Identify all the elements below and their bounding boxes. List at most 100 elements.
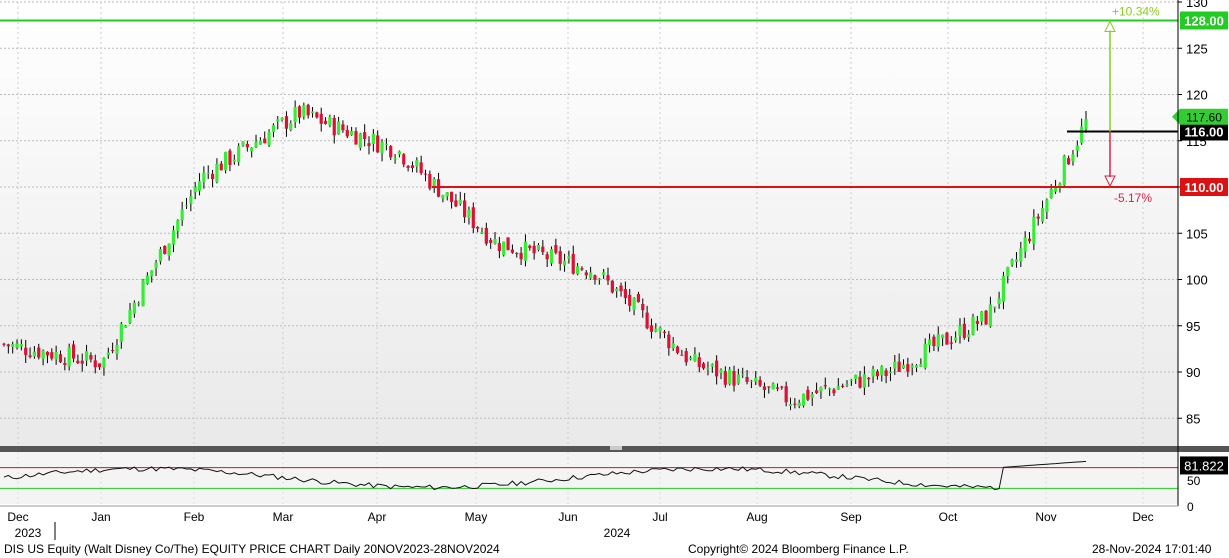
candle-up <box>1019 248 1023 262</box>
candle-up <box>267 132 271 146</box>
candle-down <box>489 239 493 243</box>
candle-up <box>671 343 675 349</box>
candle-up <box>728 369 732 385</box>
price-tick-label: 105 <box>1186 226 1208 241</box>
candle-down <box>71 344 76 359</box>
candle-down <box>449 191 454 203</box>
candle-down <box>628 294 632 306</box>
candle-down <box>641 303 645 311</box>
candle-down <box>1036 216 1040 219</box>
candle-down <box>767 386 771 388</box>
candle-up <box>1084 119 1088 129</box>
candle-down <box>1027 238 1032 242</box>
candle-down <box>1067 158 1071 165</box>
price-chart: 859095100105110115120125130DecJanFebMarA… <box>0 0 1229 558</box>
candle-up <box>710 364 714 367</box>
candle-down <box>345 130 349 137</box>
candle-up <box>302 105 306 117</box>
month-label: Nov <box>1035 510 1056 524</box>
candle-up <box>693 354 697 362</box>
candle-up <box>289 123 293 130</box>
candle-up <box>67 347 71 367</box>
month-label: Mar <box>273 510 294 524</box>
level-tag-label: 110.00 <box>1184 180 1223 195</box>
candle-down <box>354 131 358 145</box>
candle-down <box>284 116 289 129</box>
candle-up <box>1045 199 1049 213</box>
candle-down <box>932 336 936 347</box>
candle-down <box>45 351 50 356</box>
candle-down <box>662 331 667 333</box>
month-label: Jun <box>558 510 577 524</box>
candle-down <box>111 350 115 352</box>
candle-up <box>562 260 567 266</box>
candle-down <box>832 389 836 394</box>
candle-up <box>1040 208 1045 222</box>
candle-down <box>858 376 862 388</box>
candle-up <box>901 364 906 369</box>
candle-up <box>910 365 914 368</box>
candle-up <box>206 172 210 174</box>
month-label: Dec <box>1132 510 1153 524</box>
candle-down <box>389 146 393 158</box>
candle-down <box>867 377 871 380</box>
candle-up <box>1006 266 1010 277</box>
month-label: Aug <box>746 510 767 524</box>
month-label: Sep <box>840 510 862 524</box>
candle-up <box>41 350 45 359</box>
candle-up <box>828 388 832 390</box>
candle-up <box>919 364 923 367</box>
candle-down <box>984 310 988 325</box>
candle-down <box>89 355 93 360</box>
candle-up <box>32 351 37 357</box>
candle-up <box>176 220 180 231</box>
candle-up <box>719 369 723 373</box>
price-tick-label: 100 <box>1186 273 1208 288</box>
candle-down <box>97 363 102 367</box>
candle-down <box>975 320 979 324</box>
candle-up <box>258 140 262 145</box>
candle-up <box>167 243 171 256</box>
candle-up <box>145 275 149 284</box>
candle-up <box>749 380 754 382</box>
candle-up <box>936 334 940 347</box>
candle-up <box>788 404 793 407</box>
candle-up <box>180 209 184 221</box>
candle-up <box>271 125 276 133</box>
candle-down <box>906 364 910 372</box>
candle-down <box>762 386 767 391</box>
candle-up <box>1001 275 1006 302</box>
candle-up <box>241 141 245 146</box>
candle-up <box>106 352 110 355</box>
price-tick-label: 85 <box>1186 411 1200 426</box>
candle-down <box>423 173 428 175</box>
candle-up <box>654 328 658 332</box>
candle-up <box>276 119 280 122</box>
candle-up <box>797 402 801 407</box>
candle-down <box>584 272 588 276</box>
candle-up <box>589 272 593 279</box>
candle-up <box>154 262 158 269</box>
candle-up <box>384 143 388 145</box>
candle-up <box>137 303 141 305</box>
candle-up <box>854 374 858 379</box>
candle-up <box>1032 216 1036 244</box>
candle-down <box>545 254 549 260</box>
candle-up <box>467 209 471 218</box>
footer-timestamp: 28-Nov-2024 17:01:40 <box>1092 542 1212 556</box>
price-tick-label: 120 <box>1186 88 1208 103</box>
candle-down <box>945 332 949 345</box>
candle-down <box>841 385 845 387</box>
candle-down <box>219 163 223 171</box>
candle-down <box>606 275 610 281</box>
candle-down <box>623 289 627 299</box>
candle-down <box>263 138 267 144</box>
candle-down <box>484 227 488 244</box>
candle-up <box>958 325 962 336</box>
candle-down <box>684 351 688 363</box>
candle-up <box>754 377 758 382</box>
month-label: Jan <box>91 510 110 524</box>
candle-up <box>1023 237 1027 252</box>
candle-up <box>849 379 853 381</box>
candle-down <box>376 135 380 153</box>
